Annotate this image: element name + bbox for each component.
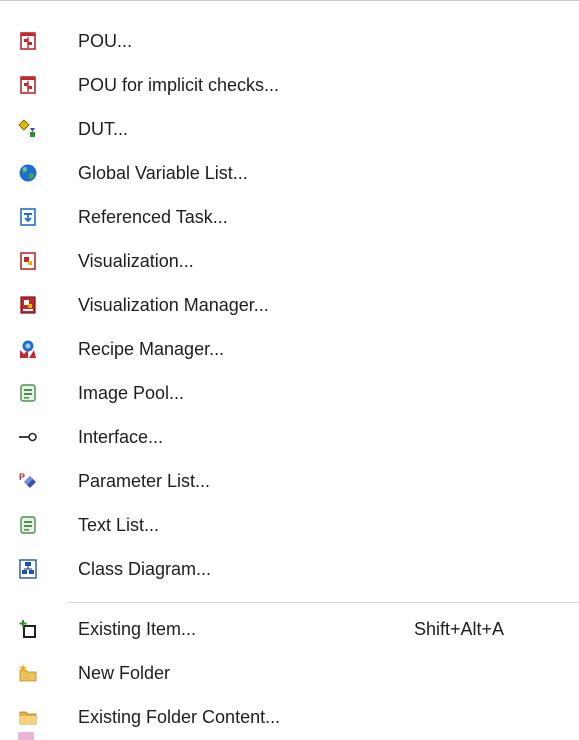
menu-item-label: Parameter List... [78,471,211,491]
menu-item-new-folder[interactable]: New Folder [0,651,579,695]
menu-item-label: Recipe Manager... [78,339,225,359]
menu-item-label: Referenced Task... [78,207,228,227]
menu-item-existing-item[interactable]: Existing Item... Shift+Alt+A [0,607,579,651]
svg-text:P: P [19,472,25,482]
menu-item-label: Global Variable List... [78,163,248,183]
menu-item-visualization[interactable]: Visualization... [0,239,579,283]
visualization-manager-icon [20,296,36,314]
existing-folder-icon [19,711,37,725]
menu-item-pou[interactable]: POU... [0,19,579,63]
menu-item-pou-implicit-checks[interactable]: POU for implicit checks... [0,63,579,107]
menu-item-referenced-task[interactable]: Referenced Task... [0,195,579,239]
menu-item-label: Interface... [78,427,164,447]
partially-visible-icon [18,732,34,740]
menu-item-global-variable-list[interactable]: Global Variable List... [0,151,579,195]
menu-separator [68,602,579,603]
menu-item-label: Text List... [78,515,160,535]
menu-item-label: DUT... [78,119,129,139]
menu-item-visualization-manager[interactable]: Visualization Manager... [0,283,579,327]
add-object-menu: POU... POU for implicit checks... DUT...… [0,0,579,740]
text-list-icon [20,516,36,534]
menu-item-label: New Folder [78,663,171,683]
menu-item-recipe-manager[interactable]: Recipe Manager... [0,327,579,371]
menu-item-label: Visualization... [78,251,194,271]
recipe-manager-icon [20,340,36,358]
menu-item-label: Visualization Manager... [78,295,269,315]
menu-item-class-diagram[interactable]: Class Diagram... [0,547,579,591]
menu-item-label: Class Diagram... [78,559,212,579]
menu-item-label: Image Pool... [78,383,185,403]
menu-item-image-pool[interactable]: Image Pool... [0,371,579,415]
menu-item-label: Existing Item... [78,619,197,639]
existing-item-icon [19,620,36,638]
menu-item-shortcut: Shift+Alt+A [414,619,505,639]
menu-item-label: POU... [78,31,133,51]
dut-icon [18,119,35,137]
menu-item-dut[interactable]: DUT... [0,107,579,151]
new-folder-icon [19,664,37,682]
parameter-list-icon: P [19,472,36,488]
class-diagram-icon [19,559,37,579]
menu-item-interface[interactable]: Interface... [0,415,579,459]
menu-item-text-list[interactable]: Text List... [0,503,579,547]
visualization-icon [20,252,36,270]
pou-implicit-checks-icon [20,76,36,94]
menu-item-existing-folder-content[interactable]: Existing Folder Content... [0,695,579,739]
image-pool-icon [20,384,36,402]
globe-icon [19,164,37,182]
menu-item-parameter-list[interactable]: P Parameter List... [0,459,579,503]
interface-icon [19,432,37,442]
menu-top-border [0,0,579,1]
menu-item-label: POU for implicit checks... [78,75,280,95]
pou-icon [20,32,36,50]
menu-item-label: Existing Folder Content... [78,707,281,727]
referenced-task-icon [20,208,36,226]
